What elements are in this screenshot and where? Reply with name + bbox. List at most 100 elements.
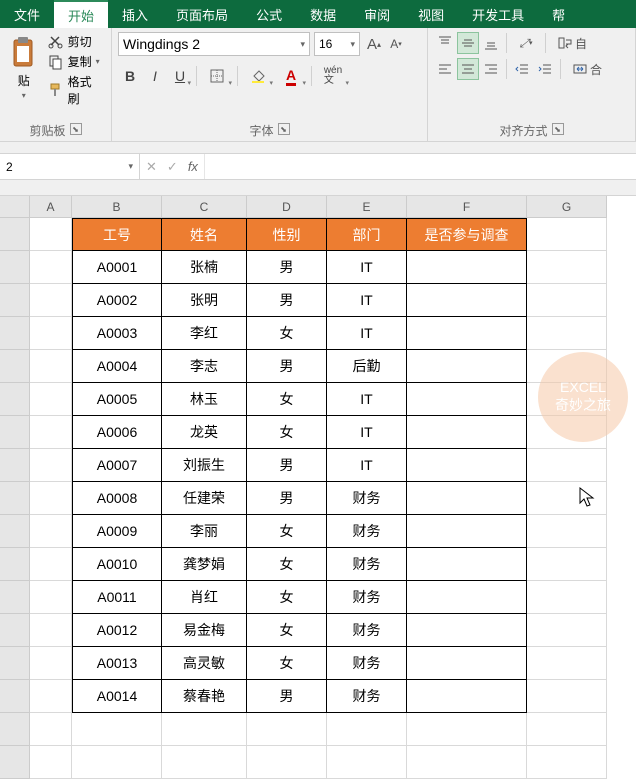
table-cell[interactable]: A0007 bbox=[72, 449, 162, 482]
table-cell[interactable]: A0010 bbox=[72, 548, 162, 581]
align-right-button[interactable] bbox=[480, 58, 502, 80]
table-cell[interactable]: A0004 bbox=[72, 350, 162, 383]
table-cell[interactable]: 财务 bbox=[327, 482, 407, 515]
borders-button[interactable]: ▾ bbox=[201, 64, 233, 88]
table-cell[interactable]: 女 bbox=[247, 515, 327, 548]
table-cell[interactable] bbox=[407, 416, 527, 449]
table-cell[interactable] bbox=[407, 251, 527, 284]
col-header-D[interactable]: D bbox=[247, 196, 327, 218]
merge-button[interactable]: 合 bbox=[565, 58, 609, 80]
table-cell[interactable]: 财务 bbox=[327, 614, 407, 647]
table-cell[interactable] bbox=[407, 614, 527, 647]
format-painter-button[interactable]: 格式刷 bbox=[46, 72, 105, 108]
font-dialog-launcher[interactable]: ⬊ bbox=[278, 123, 290, 135]
table-cell[interactable]: IT bbox=[327, 317, 407, 350]
row-header[interactable] bbox=[0, 647, 30, 680]
table-cell[interactable]: 男 bbox=[247, 284, 327, 317]
table-cell[interactable] bbox=[407, 317, 527, 350]
decrease-font-button[interactable]: A▾ bbox=[386, 33, 406, 55]
align-bottom-button[interactable] bbox=[480, 32, 502, 54]
table-cell[interactable]: A0009 bbox=[72, 515, 162, 548]
table-cell[interactable] bbox=[407, 548, 527, 581]
row-header[interactable] bbox=[0, 548, 30, 581]
row-header[interactable] bbox=[0, 515, 30, 548]
row-header[interactable] bbox=[0, 350, 30, 383]
cancel-formula-button[interactable]: ✕ bbox=[146, 159, 157, 175]
table-cell[interactable]: 龚梦娟 bbox=[162, 548, 247, 581]
table-cell[interactable]: A0006 bbox=[72, 416, 162, 449]
fill-color-button[interactable]: ▾ bbox=[242, 64, 274, 88]
table-cell[interactable]: 任建荣 bbox=[162, 482, 247, 515]
tab-review[interactable]: 审阅 bbox=[350, 0, 404, 28]
increase-indent-button[interactable] bbox=[534, 58, 556, 80]
table-cell[interactable] bbox=[407, 383, 527, 416]
table-cell[interactable] bbox=[407, 647, 527, 680]
tab-formula[interactable]: 公式 bbox=[242, 0, 296, 28]
table-cell[interactable]: A0012 bbox=[72, 614, 162, 647]
tab-page-layout[interactable]: 页面布局 bbox=[162, 0, 242, 28]
row-header[interactable] bbox=[0, 251, 30, 284]
tab-insert[interactable]: 插入 bbox=[108, 0, 162, 28]
table-cell[interactable]: 易金梅 bbox=[162, 614, 247, 647]
table-cell[interactable]: 男 bbox=[247, 680, 327, 713]
row-header[interactable] bbox=[0, 383, 30, 416]
wrap-text-button[interactable]: 自 bbox=[550, 32, 594, 54]
table-header[interactable]: 是否参与调查 bbox=[407, 218, 527, 251]
tab-view[interactable]: 视图 bbox=[404, 0, 458, 28]
row-header[interactable] bbox=[0, 218, 30, 251]
table-cell[interactable]: A0001 bbox=[72, 251, 162, 284]
table-cell[interactable] bbox=[407, 515, 527, 548]
table-cell[interactable]: 财务 bbox=[327, 647, 407, 680]
table-cell[interactable]: 财务 bbox=[327, 515, 407, 548]
table-cell[interactable]: 财务 bbox=[327, 680, 407, 713]
table-cell[interactable]: 张楠 bbox=[162, 251, 247, 284]
table-cell[interactable]: A0013 bbox=[72, 647, 162, 680]
table-cell[interactable]: IT bbox=[327, 284, 407, 317]
row-header[interactable] bbox=[0, 284, 30, 317]
table-cell[interactable]: 蔡春艳 bbox=[162, 680, 247, 713]
row-header[interactable] bbox=[0, 317, 30, 350]
confirm-formula-button[interactable]: ✓ bbox=[167, 159, 178, 175]
table-cell[interactable]: 女 bbox=[247, 647, 327, 680]
table-cell[interactable]: A0002 bbox=[72, 284, 162, 317]
table-header[interactable]: 姓名 bbox=[162, 218, 247, 251]
paste-button[interactable]: 贴 ▾ bbox=[6, 32, 42, 104]
align-middle-button[interactable] bbox=[457, 32, 479, 54]
increase-font-button[interactable]: A▴ bbox=[364, 33, 384, 55]
table-cell[interactable]: IT bbox=[327, 416, 407, 449]
table-cell[interactable]: 财务 bbox=[327, 581, 407, 614]
table-cell[interactable]: 女 bbox=[247, 317, 327, 350]
table-cell[interactable] bbox=[407, 482, 527, 515]
align-top-button[interactable] bbox=[434, 32, 456, 54]
table-cell[interactable]: 龙英 bbox=[162, 416, 247, 449]
table-header[interactable]: 工号 bbox=[72, 218, 162, 251]
italic-button[interactable]: I bbox=[143, 64, 167, 88]
cut-button[interactable]: 剪切 bbox=[46, 32, 105, 51]
table-cell[interactable]: 女 bbox=[247, 548, 327, 581]
table-cell[interactable]: 张明 bbox=[162, 284, 247, 317]
table-cell[interactable]: 李丽 bbox=[162, 515, 247, 548]
table-cell[interactable] bbox=[407, 449, 527, 482]
table-cell[interactable]: 刘振生 bbox=[162, 449, 247, 482]
table-cell[interactable]: 肖红 bbox=[162, 581, 247, 614]
tab-extra[interactable]: 帮 bbox=[538, 0, 579, 28]
col-header-B[interactable]: B bbox=[72, 196, 162, 218]
tab-home[interactable]: 开始 bbox=[54, 0, 108, 28]
table-cell[interactable]: 林玉 bbox=[162, 383, 247, 416]
row-header[interactable] bbox=[0, 713, 30, 746]
table-cell[interactable]: 男 bbox=[247, 350, 327, 383]
font-size-select[interactable]: 16 ▾ bbox=[314, 32, 360, 56]
col-header-C[interactable]: C bbox=[162, 196, 247, 218]
col-header-E[interactable]: E bbox=[327, 196, 407, 218]
table-cell[interactable]: A0005 bbox=[72, 383, 162, 416]
row-header[interactable] bbox=[0, 746, 30, 779]
fx-button[interactable]: fx bbox=[188, 159, 198, 174]
col-header-F[interactable]: F bbox=[407, 196, 527, 218]
table-cell[interactable]: 女 bbox=[247, 383, 327, 416]
row-header[interactable] bbox=[0, 416, 30, 449]
tab-file[interactable]: 文件 bbox=[0, 0, 54, 28]
row-header[interactable] bbox=[0, 614, 30, 647]
font-name-select[interactable]: Wingdings 2 ▾ bbox=[118, 32, 310, 56]
table-cell[interactable]: 女 bbox=[247, 416, 327, 449]
col-header-G[interactable]: G bbox=[527, 196, 607, 218]
